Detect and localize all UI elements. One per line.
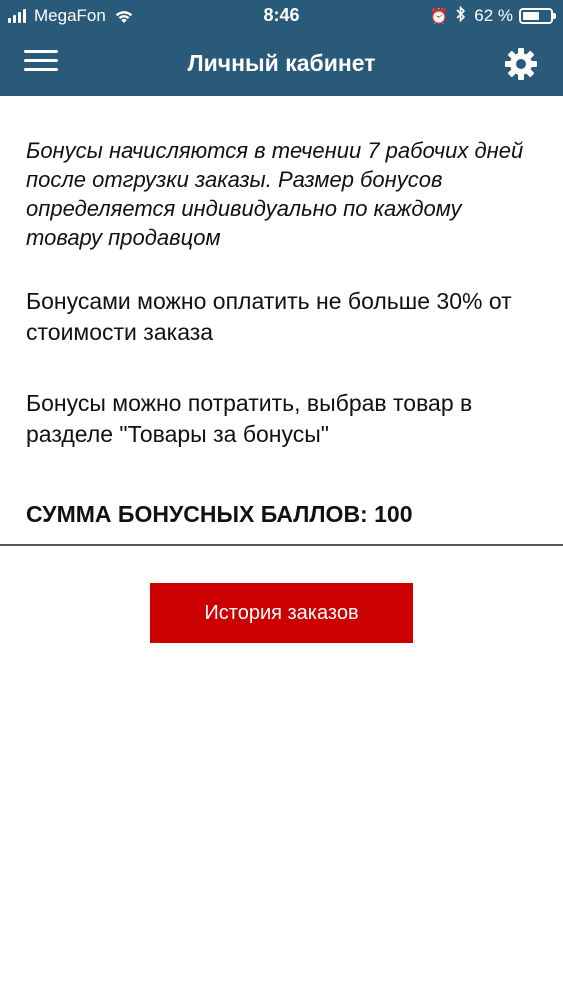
status-right: ⏰ 62 %: [429, 5, 556, 26]
carrier-name: MegaFon: [34, 6, 106, 25]
bonus-limit-text: Бонусами можно оплатить не больше 30% от…: [26, 288, 512, 345]
status-bar: MegaFon 8:46 ⏰ 62 %: [0, 0, 563, 32]
alarm-icon: ⏰: [429, 8, 449, 25]
battery-fill: [523, 12, 540, 20]
hamburger-menu-icon[interactable]: [24, 50, 58, 78]
bonus-spend-text: Бонусы можно потратить, выбрав товар в р…: [26, 390, 473, 447]
bonus-sum: СУММА БОНУСНЫХ БАЛЛОВ: 100: [26, 501, 413, 527]
signal-bars-icon: [8, 9, 28, 23]
bluetooth-icon: [456, 5, 466, 26]
nav-bar: Личный кабинет: [0, 32, 563, 96]
gear-icon[interactable]: [503, 46, 539, 82]
bonus-info-text: Бонусы начисляются в течении 7 рабочих д…: [26, 138, 524, 250]
battery-percent: 62 %: [474, 6, 513, 25]
battery-icon: [519, 8, 556, 24]
wifi-icon: [114, 9, 134, 24]
order-history-button[interactable]: История заказов: [150, 583, 413, 643]
top-bar: MegaFon 8:46 ⏰ 62 % Личный кабинет: [0, 0, 563, 96]
page-title: Личный кабинет: [187, 50, 376, 76]
divider: [0, 544, 563, 546]
status-left: MegaFon: [8, 6, 134, 26]
